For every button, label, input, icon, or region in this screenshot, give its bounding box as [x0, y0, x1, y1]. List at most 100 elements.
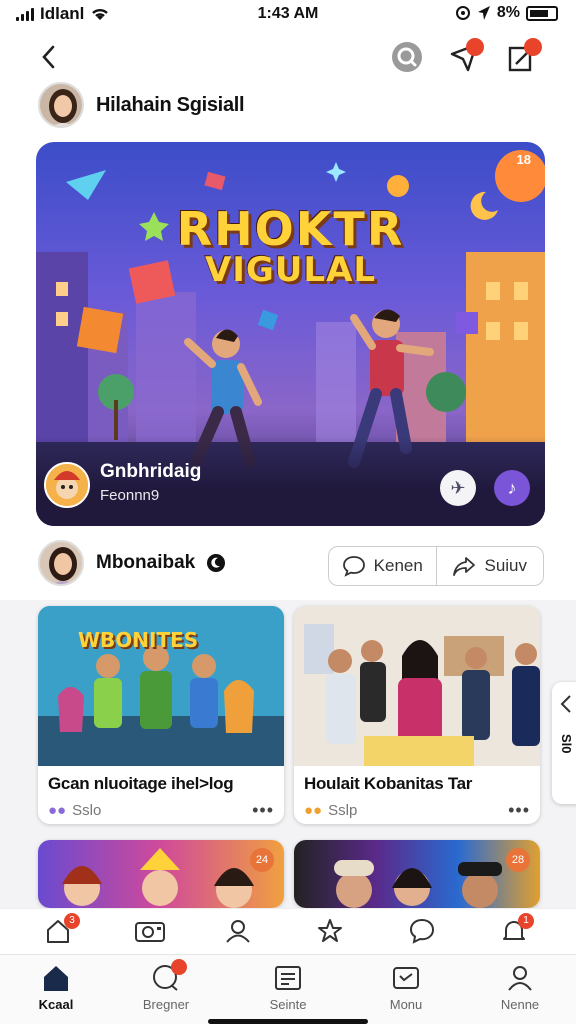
reaction-icons: ●●	[304, 802, 323, 819]
edit-button[interactable]	[506, 38, 546, 76]
message-icon	[393, 967, 419, 989]
navigation-icon	[477, 6, 490, 20]
document-icon	[275, 966, 301, 990]
notification-badge: 1	[518, 913, 534, 929]
hero-caption: Gnbhridaig Feonnn9	[100, 461, 201, 504]
notification-tool-button[interactable]: 1	[500, 913, 534, 947]
cartoon-avatar-icon	[46, 464, 88, 506]
people-photo	[294, 606, 540, 766]
person-portrait-icon	[40, 84, 82, 126]
top-header	[0, 36, 576, 80]
hero-title-line2: VIGULAL	[204, 250, 377, 290]
card-badge: 28	[506, 848, 530, 872]
post-thumbnail: 24	[38, 840, 284, 908]
profile-icon	[508, 966, 532, 991]
nav-item-document[interactable]: Seinte	[240, 963, 336, 1012]
chevron-left-icon[interactable]	[36, 42, 62, 72]
share-button[interactable]: Suiuv	[435, 547, 544, 585]
card-badge: 24	[250, 848, 274, 872]
nav-label: Nenne	[500, 997, 540, 1012]
author-avatar[interactable]	[38, 540, 84, 586]
hero-author-avatar[interactable]	[44, 462, 90, 508]
card-title: Houlait Kobanitas Tar	[304, 774, 473, 793]
user-tool-button[interactable]	[224, 917, 254, 947]
notification-dot	[524, 38, 542, 56]
home-icon	[44, 966, 68, 991]
moon-badge-icon	[207, 554, 226, 572]
card-meta: ●● Sslp •••	[294, 794, 540, 824]
status-bar: Idlanl 1:43 AM 8%	[0, 0, 576, 30]
hero-caption-title: Gnbhridaig	[100, 461, 202, 482]
nav-item-home[interactable]: Kcaal	[8, 963, 104, 1012]
action-toolbar: 3 1	[0, 908, 576, 954]
card-meta-text: Sslp	[328, 802, 358, 819]
notification-badge: 3	[64, 913, 80, 929]
more-options-icon[interactable]: •••	[252, 800, 274, 821]
more-options-icon[interactable]: •••	[508, 800, 530, 821]
hero-corner-badge: 18	[516, 152, 531, 167]
nav-label: Monu	[389, 997, 423, 1012]
notification-dot	[171, 959, 187, 975]
airplane-icon: ✈	[450, 477, 466, 498]
person-portrait-icon	[40, 542, 82, 584]
post-card[interactable]: WBONITES Gcan nluoitage ihel>log ●● Sslo…	[38, 606, 284, 824]
hero-title: RHOKTR VIGULAL	[36, 202, 545, 290]
speech-bubble-icon	[409, 918, 435, 944]
comment-icon	[342, 556, 365, 577]
favorite-tool-button[interactable]	[316, 917, 346, 947]
side-tab-text: Sl0	[559, 734, 574, 754]
group-illustration	[62, 848, 254, 908]
chat-tool-button[interactable]	[408, 917, 438, 947]
bottom-navigation: Kcaal Bregner Seinte Monu Nenne	[0, 954, 576, 1024]
location-icon	[455, 6, 470, 20]
share-icon	[453, 557, 476, 576]
avatar[interactable]	[38, 82, 84, 128]
send-button[interactable]	[448, 38, 486, 76]
nav-label: Seinte	[269, 997, 307, 1012]
music-note-icon: ♪	[507, 477, 517, 498]
card-title: Gcan nluoitage ihel>log	[48, 774, 234, 793]
post-actions: Kenen Suiuv	[328, 546, 544, 586]
home-tool-button[interactable]: 3	[44, 913, 80, 947]
card-banner: WBONITES	[78, 628, 199, 652]
battery-percent: 8%	[496, 4, 520, 21]
nav-label: Bregner	[142, 997, 190, 1012]
reaction-icons: ●●	[48, 802, 67, 819]
search-icon[interactable]	[390, 40, 424, 74]
music-button[interactable]: ♪	[494, 470, 530, 506]
nav-item-chat[interactable]: Bregner	[118, 959, 214, 1012]
people-photo	[334, 860, 502, 908]
nav-item-message[interactable]: Monu	[358, 963, 454, 1012]
chat-icon-wrapper	[151, 959, 187, 993]
card-meta: ●● Sslo •••	[38, 794, 284, 824]
status-right: 8%	[455, 4, 558, 22]
battery-icon	[526, 5, 558, 21]
profile-header[interactable]: Hilahain Sgisiall	[38, 80, 245, 130]
author-row[interactable]: Mbonaibak	[38, 540, 226, 586]
post-card[interactable]: Houlait Kobanitas Tar ●● Sslp •••	[294, 606, 540, 824]
post-card[interactable]: 24	[38, 840, 284, 908]
camera-tool-button[interactable]	[134, 917, 168, 947]
share-label: Suiuv	[484, 556, 528, 575]
arrow-icon	[560, 695, 571, 713]
nav-item-profile[interactable]: Nenne	[472, 963, 568, 1012]
hero-action-button[interactable]: ✈	[440, 470, 476, 506]
post-thumbnail: WBONITES	[38, 606, 284, 766]
post-card[interactable]: 28	[294, 840, 540, 908]
post-thumbnail	[294, 606, 540, 766]
post-thumbnail: 28	[294, 840, 540, 908]
person-icon	[226, 920, 250, 943]
nav-label: Kcaal	[38, 997, 74, 1012]
side-drawer-tab[interactable]: Sl0	[552, 682, 576, 804]
author-name: Mbonaibak	[96, 552, 196, 573]
card-meta-text: Sslo	[72, 802, 102, 819]
hero-banner[interactable]: RHOKTR VIGULAL 18 Gnbhridaig Feonnn9 ✈ ♪	[36, 142, 545, 526]
hero-title-line1: RHOKTR	[176, 202, 405, 256]
notification-dot	[466, 38, 484, 56]
comment-label: Kenen	[373, 556, 423, 575]
camera-icon	[135, 922, 165, 942]
hero-caption-sub: Feonnn9	[100, 487, 160, 504]
home-indicator[interactable]	[208, 1019, 368, 1024]
comment-button[interactable]: Kenen	[329, 547, 436, 585]
profile-name: Hilahain Sgisiall	[96, 93, 245, 116]
